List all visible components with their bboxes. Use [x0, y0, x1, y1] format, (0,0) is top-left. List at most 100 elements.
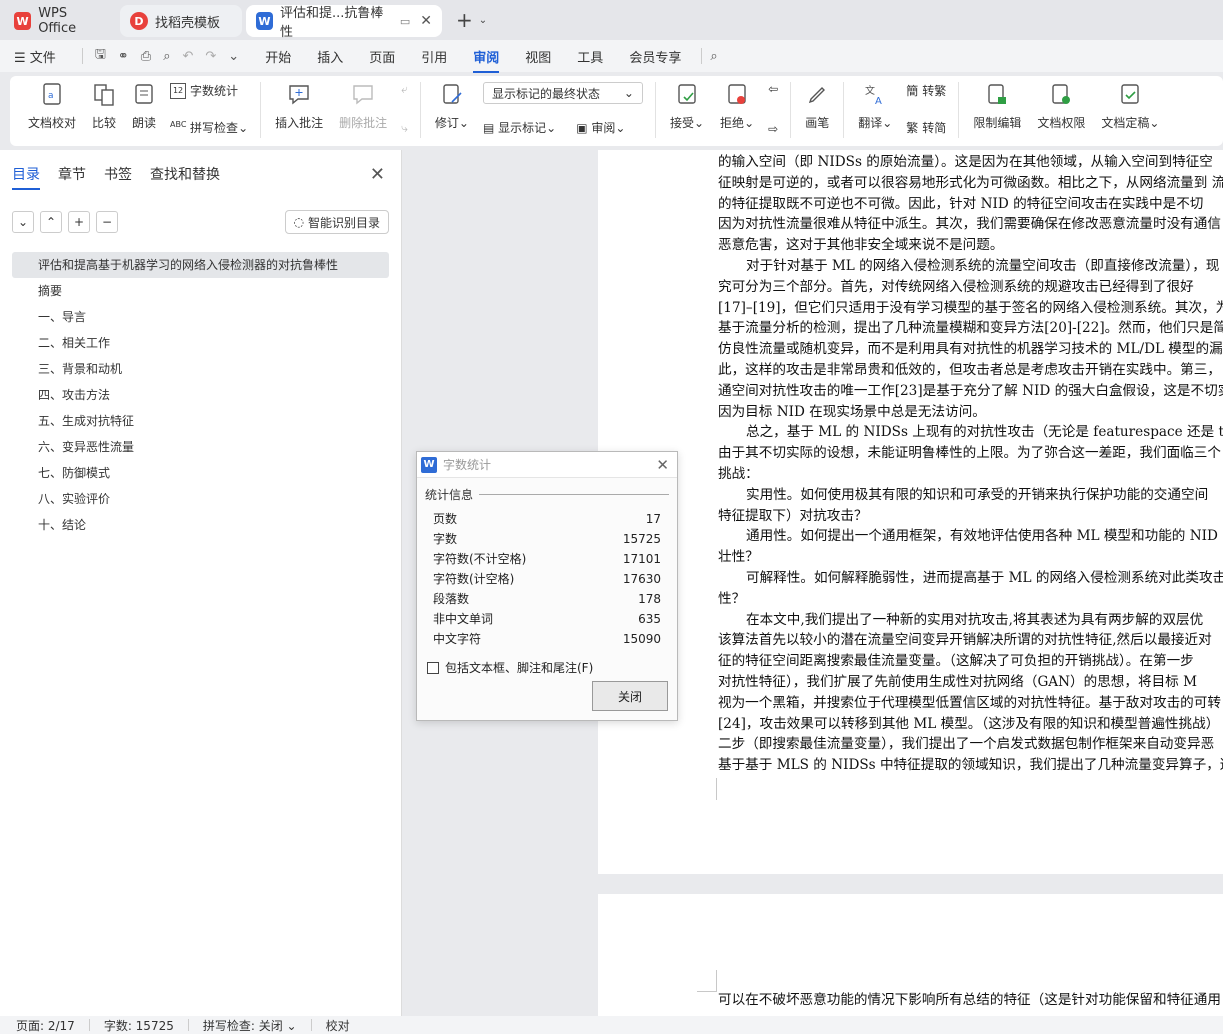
text-line: 由于其不切实际的设想，未能证明鲁棒性的上限。为了弥合这一差距，我们面临三个	[718, 445, 1221, 462]
save-icon[interactable]: 🖫	[95, 45, 106, 67]
toc-item[interactable]: 八、实验评价	[0, 486, 401, 512]
tab-document[interactable]: W 评估和提...抗鲁棒性 ▭ ✕	[246, 5, 442, 40]
insert-comment-button[interactable]: 插入批注	[275, 82, 323, 131]
include-textbox-checkbox[interactable]: 包括文本框、脚注和尾注(F)	[417, 649, 677, 676]
link-icon[interactable]: ⚭	[118, 49, 129, 64]
prev-comment-icon[interactable]: ⤶	[401, 82, 408, 97]
float-window-icon[interactable]: ▭	[400, 15, 410, 28]
menu-start[interactable]: 开始	[265, 47, 291, 66]
more-chevron-icon[interactable]: ⌄	[228, 49, 239, 64]
prev-change-icon[interactable]: ⇦	[768, 82, 778, 96]
stat-label: 非中文单词	[433, 612, 494, 626]
collapse-up-icon[interactable]: ⌃	[40, 211, 62, 233]
menu-member[interactable]: 会员专享	[629, 47, 681, 66]
next-change-icon[interactable]: ⇨	[768, 122, 778, 136]
toc-item[interactable]: 三、背景和动机	[0, 356, 401, 382]
document-page[interactable]: 可以在不破坏恶意功能的情况下影响所有总结的特征（这是针对功能保留和特征通用	[598, 894, 1223, 1016]
read-aloud-label: 朗读	[132, 116, 157, 130]
checkbox-box[interactable]	[427, 661, 439, 674]
tab-toc[interactable]: 目录	[12, 164, 40, 190]
expand-down-icon[interactable]: ⌄	[12, 211, 34, 233]
print-preview-icon[interactable]: ⌕	[163, 49, 170, 64]
text-line: 仿良性流量或随机变异，而不是利用具有对抗性的机器学习技术的 ML/DL 模型的漏	[718, 341, 1223, 358]
read-aloud-button[interactable]: 朗读	[132, 82, 156, 131]
toc-item[interactable]: 评估和提高基于机器学习的网络入侵检测器的对抗鲁棒性	[12, 252, 389, 278]
proof-indicator[interactable]: 校对	[326, 1017, 350, 1034]
tab-bookmarks[interactable]: 书签	[104, 164, 132, 190]
toc-item[interactable]: 二、相关工作	[0, 330, 401, 356]
tab-chapters[interactable]: 章节	[58, 164, 86, 190]
print-icon[interactable]: ⎙	[141, 49, 151, 64]
toc-item[interactable]: 四、攻击方法	[0, 382, 401, 408]
toc-item[interactable]: 七、防御模式	[0, 460, 401, 486]
menu-insert[interactable]: 插入	[317, 47, 343, 66]
close-button[interactable]: 关闭	[592, 681, 668, 711]
remove-heading-icon[interactable]: −	[96, 211, 118, 233]
tab-wps-office[interactable]: W WPS Office	[4, 5, 116, 37]
markup-state-select[interactable]: 显示标记的最终状态 ⌄	[482, 82, 643, 104]
toc-item[interactable]: 十、结论	[0, 512, 401, 538]
chevron-down-icon[interactable]: ⌄	[479, 15, 487, 26]
new-tab-icon[interactable]: +	[456, 8, 473, 32]
doc-finalize-button[interactable]: 文档定稿⌄	[1101, 82, 1159, 131]
translate-button[interactable]: 文A 翻译⌄	[858, 82, 892, 131]
wps-logo-icon: W	[14, 12, 32, 30]
close-pane-icon[interactable]: ✕	[370, 164, 385, 185]
compare-button[interactable]: 比较	[92, 82, 116, 131]
search-icon[interactable]: ⌕	[710, 49, 717, 64]
spell-check-button[interactable]: ABC 拼写检查 ⌄	[170, 119, 248, 136]
accept-button[interactable]: 接受⌄	[670, 82, 704, 131]
stat-label: 段落数	[433, 592, 470, 606]
doc-permission-label: 文档权限	[1037, 116, 1086, 130]
menu-reference[interactable]: 引用	[421, 47, 447, 66]
reject-button[interactable]: 拒绝⌄	[720, 82, 754, 131]
toc-item[interactable]: 六、变异恶性流量	[0, 434, 401, 460]
review-pane-button[interactable]: ▣ 审阅⌄	[576, 119, 625, 136]
menu-view[interactable]: 视图	[525, 47, 551, 66]
doc-permission-button[interactable]: 文档权限	[1037, 82, 1085, 131]
pen-button[interactable]: 画笔	[805, 82, 829, 131]
revise-button[interactable]: 修订⌄	[435, 82, 469, 131]
change-nav-group: ⇦ ⇨	[768, 82, 778, 136]
divider	[81, 48, 83, 64]
divider	[88, 1019, 90, 1031]
checkbox-label: 包括文本框、脚注和尾注(F)	[445, 661, 594, 675]
stat-value: 17101	[622, 552, 661, 566]
stats-section-header: 统计信息	[417, 478, 677, 503]
tab-label: WPS Office	[38, 6, 77, 36]
doc-check-button[interactable]: a 文档校对	[28, 82, 76, 131]
menu-page[interactable]: 页面	[369, 47, 395, 66]
undo-icon[interactable]: ↶	[182, 49, 193, 64]
tab-docer[interactable]: D 找稻壳模板	[120, 5, 242, 37]
close-icon[interactable]: ✕	[656, 456, 669, 474]
section-label: 统计信息	[425, 488, 474, 502]
restrict-edit-button[interactable]: 限制编辑	[973, 82, 1021, 131]
next-comment-icon[interactable]: ⤷	[401, 121, 408, 136]
document-page[interactable]: 的输入空间（即 NIDSs 的原始流量）。这是因为在其他领域，从输入空间到特征空…	[598, 150, 1223, 874]
menu-review[interactable]: 审阅	[473, 47, 500, 73]
add-heading-icon[interactable]: +	[68, 211, 90, 233]
toc-item[interactable]: 一、导言	[0, 304, 401, 330]
word-count-indicator[interactable]: 字数: 15725	[104, 1017, 174, 1034]
tab-find-replace[interactable]: 查找和替换	[150, 164, 220, 190]
smart-toc-button[interactable]: ◌ 智能识别目录	[284, 210, 389, 234]
toc-item[interactable]: 五、生成对抗特征	[0, 408, 401, 434]
close-tab-icon[interactable]: ✕	[420, 13, 432, 29]
toc-toolbar: ⌄ ⌃ + − ◌ 智能识别目录	[0, 210, 401, 234]
page-indicator[interactable]: 页面: 2/17	[16, 1017, 75, 1034]
spell-check-indicator[interactable]: 拼写检查: 关闭 ⌄	[203, 1017, 297, 1034]
menu-tools[interactable]: 工具	[577, 47, 603, 66]
redo-icon[interactable]: ↷	[205, 49, 216, 64]
text-line: 基于基于 MLS 的 NIDSs 中特征提取的领域知识，我们提出了几种流量变异算…	[718, 757, 1223, 774]
insert-comment-icon	[289, 85, 309, 105]
text-line: 可以在不破坏恶意功能的情况下影响所有总结的特征（这是针对功能保留和特征通用	[718, 992, 1221, 1008]
toc-item[interactable]: 摘要	[0, 278, 401, 304]
text-line: 对于针对基于 ML 的网络入侵检测系统的流量空间攻击（即直接修改流量），现	[746, 257, 1220, 274]
divider	[790, 82, 792, 138]
show-markup-button[interactable]: ▤ 显示标记⌄	[483, 119, 556, 136]
file-menu[interactable]: ☰ 文件	[14, 47, 56, 66]
delete-comment-button[interactable]: 删除批注	[339, 82, 387, 131]
to-traditional-button[interactable]: 簡转繁	[906, 82, 946, 99]
to-simplified-button[interactable]: 繁转简	[906, 119, 946, 136]
word-count-button[interactable]: 12 字数统计	[170, 82, 248, 99]
